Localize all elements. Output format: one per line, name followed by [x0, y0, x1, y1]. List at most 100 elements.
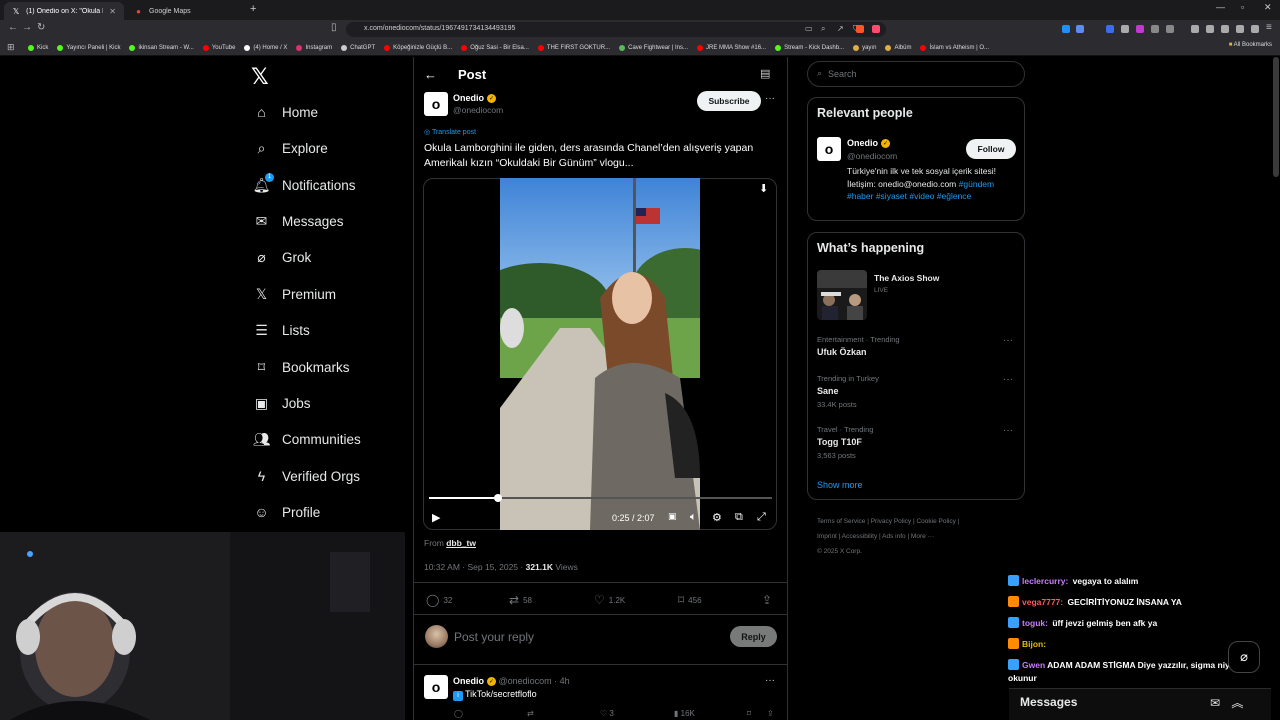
search-input[interactable]: ⌕ Search — [807, 61, 1025, 87]
extensions-puzzle-icon[interactable] — [1236, 25, 1244, 33]
tab-onedio-post[interactable]: 𝕏 (1) Onedio on X: "Okula Lambor... ✕ — [4, 2, 124, 20]
nav-item-explore[interactable]: ⌕ Explore — [254, 135, 328, 161]
bookmark-item[interactable]: ChatGPT — [341, 44, 375, 51]
bookmark-item[interactable]: yayın — [853, 44, 876, 51]
bookmark-item[interactable]: Oğuz Sasi - Bir Elsa... — [461, 44, 529, 51]
live-thumbnail[interactable] — [817, 270, 867, 320]
chat-username[interactable]: toguk: — [1022, 618, 1048, 628]
extension-icon[interactable] — [1151, 25, 1159, 33]
x-logo-icon[interactable]: 𝕏 — [251, 64, 269, 90]
extension-icon[interactable] — [1076, 25, 1084, 33]
more-options-icon[interactable]: ··· — [765, 675, 775, 686]
bookmark-item[interactable]: (4) Home / X — [244, 44, 287, 51]
bookmark-action[interactable]: ⌑ 456 — [678, 593, 702, 607]
close-tab-icon[interactable]: ✕ — [109, 7, 116, 16]
bookmark-item[interactable]: THE FIRST GOKTUR... — [537, 44, 610, 51]
relevant-name[interactable]: Onedio ✓ — [847, 138, 890, 148]
like-action[interactable]: ♡ 3 — [600, 709, 614, 718]
vpn-icon[interactable] — [1251, 25, 1259, 33]
reply-author-avatar[interactable]: o — [424, 675, 448, 699]
extension-icon[interactable] — [1062, 25, 1070, 33]
nav-item-verified-orgs[interactable]: ϟ Verified Orgs — [254, 463, 360, 489]
bookmark-item[interactable]: JRE MMA Show #16... — [697, 44, 766, 51]
nav-item-grok[interactable]: ⌀ Grok — [254, 244, 311, 270]
trend-name[interactable]: Togg T10F — [817, 437, 862, 447]
post-timestamp[interactable]: 10:32 AM · Sep 15, 2025 · — [424, 562, 526, 572]
settings-gear-icon[interactable]: ⚙ — [712, 511, 722, 524]
wallet-icon[interactable] — [1221, 25, 1229, 33]
restore-icon[interactable]: ▫ — [1241, 2, 1244, 12]
video-frame[interactable] — [500, 178, 700, 530]
brave-lion-icon[interactable] — [856, 25, 864, 33]
footer-line[interactable]: Imprint | Accessibility | Ads info | Mor… — [817, 529, 1017, 544]
nav-item-messages[interactable]: ✉ Messages — [254, 208, 344, 234]
bookmark-item[interactable]: Kick — [28, 44, 48, 51]
trend-name[interactable]: Ufuk Özkan — [817, 347, 867, 357]
reader-mode-icon[interactable]: ▤ — [760, 67, 770, 80]
repost-action[interactable]: ⇄ 58 — [509, 593, 532, 607]
user-avatar[interactable] — [425, 625, 448, 648]
bookmark-page-icon[interactable]: ▯ — [331, 22, 337, 33]
trend-name[interactable]: Sane — [817, 386, 839, 396]
back-arrow-icon[interactable]: ← — [424, 67, 437, 82]
author-handle[interactable]: @onediocom — [453, 105, 503, 115]
reply-input[interactable]: Post your reply — [454, 630, 534, 644]
from-source-link[interactable]: dbb_tw — [446, 538, 476, 548]
bookmark-item[interactable]: Cave Fightwear | Ins... — [619, 44, 688, 51]
grok-icon[interactable]: ⌀ — [1228, 641, 1260, 673]
translate-post-link[interactable]: ◎ Translate post — [424, 128, 476, 136]
messages-drawer-title[interactable]: Messages — [1020, 695, 1077, 709]
back-arrow-icon[interactable]: ← — [8, 22, 18, 33]
subscribe-button[interactable]: Subscribe — [697, 91, 761, 111]
comment-icon[interactable]: ◯ — [454, 709, 463, 718]
bookmark-item[interactable]: Instagram — [296, 44, 332, 51]
nav-item-jobs[interactable]: ▣ Jobs — [254, 390, 311, 416]
more-options-icon[interactable]: ··· — [765, 93, 775, 104]
nav-item-premium[interactable]: 𝕏 Premium — [254, 281, 336, 307]
bookmark-item[interactable]: Stream - Kick Dashb... — [775, 44, 844, 51]
nav-item-profile[interactable]: ☺ Profile — [254, 499, 320, 525]
relevant-handle[interactable]: @onediocom — [847, 151, 897, 161]
share-icon[interactable]: ⇪ — [767, 709, 774, 718]
reply-action[interactable]: ◯ 32 — [426, 593, 452, 607]
chat-username[interactable]: Gwen — [1022, 660, 1045, 670]
bookmark-item[interactable]: ikinsan Stream - W... — [129, 44, 194, 51]
chevron-up-icon[interactable]: ︽ — [1231, 696, 1243, 710]
zoom-icon[interactable]: ⌕ — [821, 24, 825, 34]
extension-icon[interactable] — [1166, 25, 1174, 33]
video-scrubber-handle[interactable] — [494, 494, 502, 502]
bookmark-item[interactable]: Albüm — [885, 44, 911, 51]
trend-more-icon[interactable]: ··· — [1003, 425, 1013, 436]
share-icon[interactable]: ↗ — [837, 24, 844, 33]
download-icon[interactable]: ⬇ — [759, 182, 768, 195]
pip-icon[interactable]: ⧉ — [735, 511, 743, 524]
nav-item-home[interactable]: ⌂ Home — [254, 99, 318, 125]
bookmark-item[interactable]: İslam vs Atheism | O... — [920, 44, 989, 51]
repost-icon[interactable]: ⇄ — [527, 709, 534, 718]
all-bookmarks-link[interactable]: ■ All Bookmarks — [1229, 42, 1272, 48]
chat-username[interactable]: leclercurry: — [1022, 576, 1068, 586]
compose-message-icon[interactable]: ✉ — [1210, 696, 1220, 710]
media-icon[interactable] — [1191, 25, 1199, 33]
trend-more-icon[interactable]: ··· — [1003, 335, 1013, 346]
nav-item-bookmarks[interactable]: ⌑ Bookmarks — [254, 354, 350, 380]
bookmark-item[interactable]: Yayıncı Paneli | Kick — [57, 44, 120, 51]
reply-button[interactable]: Reply — [730, 626, 777, 647]
tab-google-maps[interactable]: ● Google Maps — [126, 2, 250, 20]
reload-icon[interactable]: ↻ — [37, 22, 45, 33]
apps-grid-icon[interactable]: ⊞ — [7, 42, 15, 53]
fullscreen-icon[interactable]: ⤢ — [757, 511, 766, 524]
follow-button[interactable]: Follow — [966, 139, 1016, 159]
author-name[interactable]: Onedio ✓ — [453, 93, 496, 103]
chat-username[interactable]: vega7777: — [1022, 597, 1063, 607]
bookmark-item[interactable]: YouTube — [202, 44, 235, 51]
nav-item-notifications[interactable]: 🔔︎ 1 Notifications — [253, 172, 356, 198]
relevant-avatar[interactable]: o — [817, 137, 841, 161]
bookmark-icon[interactable]: ⌑ — [747, 709, 751, 718]
play-icon[interactable]: ▶ — [432, 511, 440, 524]
minimize-icon[interactable]: — — [1216, 2, 1225, 12]
sidebar-toggle-icon[interactable] — [1206, 25, 1214, 33]
extension-icon[interactable] — [1106, 25, 1114, 33]
author-avatar[interactable]: o — [424, 92, 448, 116]
brave-rewards-icon[interactable] — [872, 25, 880, 33]
